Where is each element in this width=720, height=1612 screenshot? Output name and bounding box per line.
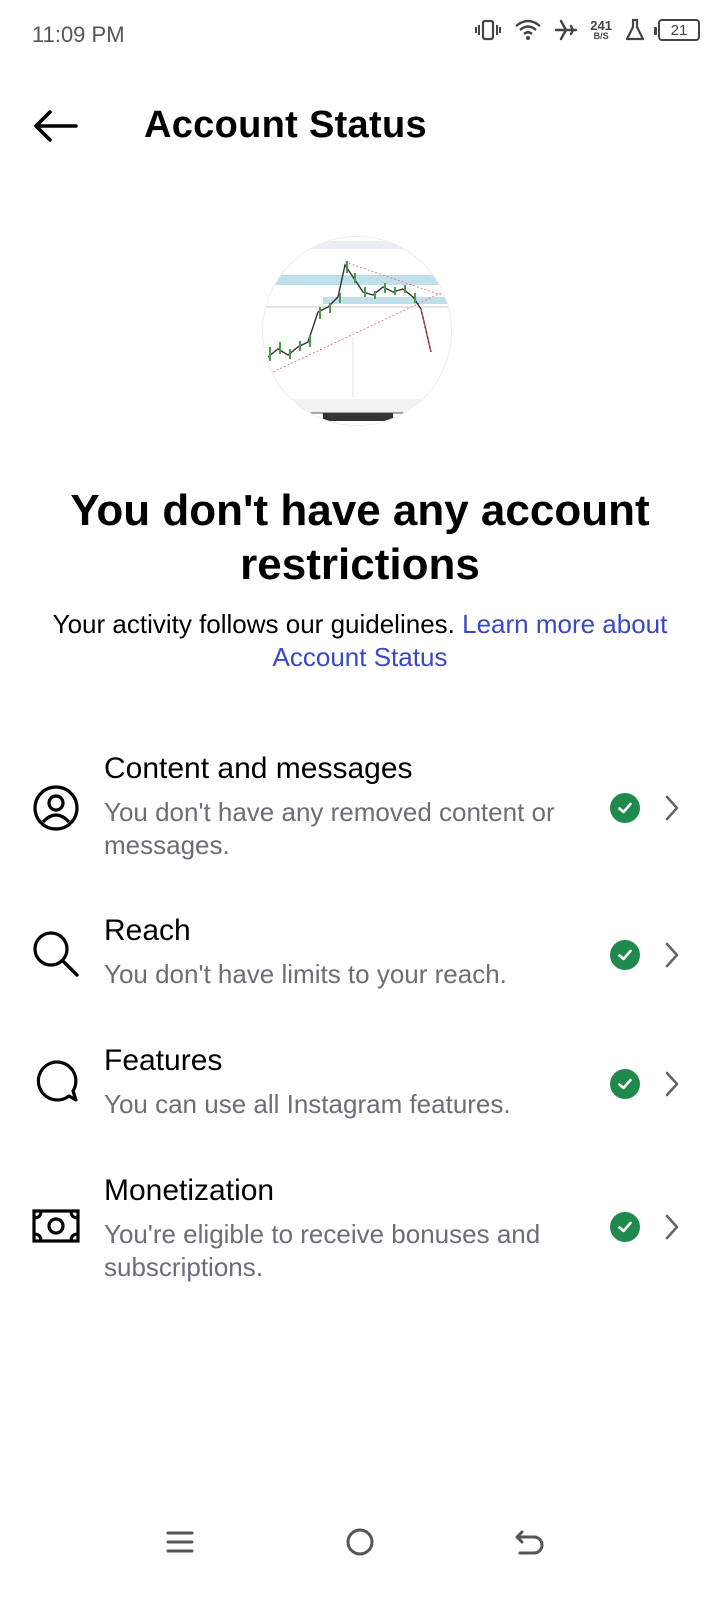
chat-bubble-icon bbox=[30, 1056, 82, 1108]
network-speed: 241 B/S bbox=[590, 19, 612, 41]
item-description: You don't have limits to your reach. bbox=[104, 959, 507, 989]
menu-icon bbox=[166, 1531, 194, 1553]
chevron-right-icon bbox=[660, 1212, 684, 1242]
item-description: You can use all Instagram features. bbox=[104, 1089, 511, 1119]
home-button[interactable] bbox=[332, 1514, 388, 1570]
list-item-features[interactable]: Features You can use all Instagram featu… bbox=[0, 1044, 720, 1144]
item-title: Content and messages bbox=[104, 752, 413, 785]
battery-level: 21 bbox=[670, 21, 688, 39]
system-back-button[interactable] bbox=[502, 1514, 558, 1570]
item-title: Features bbox=[104, 1044, 223, 1077]
guidelines-subtitle: Your activity follows our guidelines. bbox=[52, 609, 455, 639]
list-item-reach[interactable]: Reach You don't have limits to your reac… bbox=[0, 914, 720, 1014]
status-icons: 241 B/S 21 bbox=[474, 18, 700, 42]
account-status-screen: 11:09 PM 241 B/S 21 Account Status You d… bbox=[0, 0, 720, 1612]
app-header: Account Status bbox=[0, 88, 720, 164]
check-icon bbox=[610, 793, 640, 823]
flask-icon bbox=[624, 18, 646, 42]
money-icon bbox=[30, 1200, 82, 1252]
item-description: You're eligible to receive bonuses and s… bbox=[104, 1219, 541, 1282]
item-title: Reach bbox=[104, 914, 191, 947]
chevron-right-icon bbox=[660, 1069, 684, 1099]
wifi-icon bbox=[514, 18, 542, 42]
guidelines-text: Your activity follows our guidelines. Le… bbox=[40, 608, 680, 674]
network-speed-unit: B/S bbox=[593, 31, 609, 41]
vibrate-icon bbox=[474, 18, 502, 42]
item-description: You don't have any removed content or me… bbox=[104, 797, 555, 860]
airplane-mode-icon bbox=[554, 18, 578, 42]
search-icon bbox=[30, 928, 82, 980]
status-time: 11:09 PM bbox=[32, 22, 125, 47]
item-title: Monetization bbox=[104, 1174, 275, 1207]
check-icon bbox=[610, 1212, 640, 1242]
back-button[interactable] bbox=[28, 102, 84, 150]
battery-icon: 21 bbox=[654, 19, 700, 41]
chevron-right-icon bbox=[660, 940, 684, 970]
profile-picture bbox=[262, 236, 452, 426]
back-return-icon bbox=[515, 1530, 544, 1555]
status-bar: 11:09 PM 241 B/S 21 bbox=[0, 0, 720, 72]
menu-button[interactable] bbox=[152, 1514, 208, 1570]
system-nav-bar bbox=[0, 1500, 720, 1580]
restrictions-headline: You don't have any account restrictions bbox=[70, 486, 650, 589]
arrow-left-icon bbox=[34, 110, 78, 142]
page-title: Account Status bbox=[144, 104, 427, 146]
check-icon bbox=[610, 1069, 640, 1099]
list-item-monetization[interactable]: Monetization You're eligible to receive … bbox=[0, 1174, 720, 1304]
home-circle-icon bbox=[346, 1528, 374, 1556]
user-circle-icon bbox=[30, 782, 82, 834]
check-icon bbox=[610, 940, 640, 970]
chevron-right-icon bbox=[660, 793, 684, 823]
list-item-content-and-messages[interactable]: Content and messages You don't have any … bbox=[0, 752, 720, 882]
